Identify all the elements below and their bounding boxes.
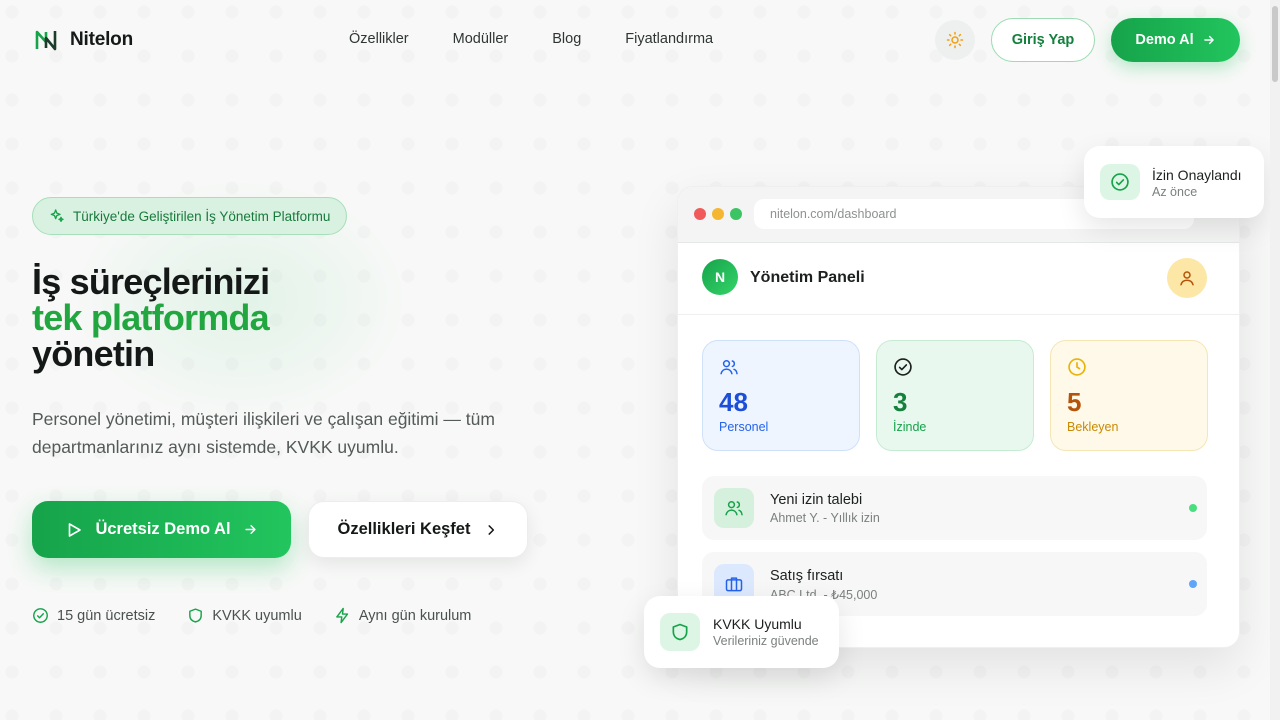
- check-circle-icon: [33, 608, 48, 623]
- hero-badge: Türkiye'de Geliştirilen İş Yönetim Platf…: [32, 197, 348, 235]
- kvkk-compliance-toast: KVKK Uyumlu Verileriniz güvende: [644, 596, 839, 668]
- stat-izinde-value: 3: [893, 387, 908, 417]
- stat-card-personel[interactable]: 48 Personel: [702, 340, 860, 451]
- hero-title-line2: tek platformda: [32, 297, 270, 338]
- hero-title-line3: yönetin: [32, 333, 155, 374]
- dashboard-preview: nitelon.com/dashboard N Yönetim Paneli 4…: [677, 186, 1240, 648]
- stat-bekleyen-label: Bekleyen: [1067, 420, 1119, 434]
- leave-approved-toast: İzin Onaylandı Az önce: [1084, 146, 1264, 218]
- status-dot-blue: [1189, 580, 1197, 588]
- hero-title: İş süreçlerinizi tek platformda yönetin: [32, 261, 270, 374]
- brand-logo[interactable]: Nitelon: [34, 28, 133, 52]
- check-circle-icon: [1111, 173, 1129, 191]
- nitelon-logo-icon: [35, 30, 57, 51]
- activity-title: Satış fırsatı: [770, 568, 844, 584]
- toast-title: İzin Onaylandı: [1152, 167, 1242, 183]
- lightning-icon: [335, 607, 348, 624]
- explore-features-button[interactable]: Özellikleri Keşfet: [308, 501, 528, 558]
- nav-links: Özellikler Modüller Blog Fiyatlandırma: [349, 31, 713, 47]
- nav-link-ozellikler[interactable]: Özellikler: [349, 31, 409, 47]
- stat-personel-label: Personel: [719, 420, 769, 434]
- free-demo-label: Ücretsiz Demo Al: [95, 520, 231, 538]
- scrollbar-thumb[interactable]: [1272, 6, 1278, 82]
- panel-title: Yönetim Paneli: [750, 269, 865, 286]
- activity-row-leave-request[interactable]: Yeni izin talebi Ahmet Y. - Yıllık izin: [702, 476, 1207, 540]
- stat-card-izinde[interactable]: 3 İzinde: [876, 340, 1034, 451]
- users-icon: [725, 501, 743, 516]
- user-avatar[interactable]: [1167, 258, 1207, 298]
- arrow-right-icon: [244, 525, 256, 534]
- nav-link-blog[interactable]: Blog: [552, 31, 581, 47]
- stat-izinde-label: İzinde: [893, 420, 927, 434]
- clock-icon: [1068, 358, 1086, 376]
- stat-card-bekleyen[interactable]: 5 Bekleyen: [1050, 340, 1208, 451]
- toast-subtitle: Az önce: [1152, 185, 1198, 199]
- feature-free-trial: 15 gün ücretsiz: [32, 607, 155, 624]
- briefcase-icon: [725, 577, 743, 592]
- window-dot-yellow: [712, 208, 724, 220]
- toast-title: KVKK Uyumlu: [713, 616, 802, 632]
- window-dot-red: [694, 208, 706, 220]
- hero-features: 15 gün ücretsiz KVKK uyumlu Aynı gün kur…: [32, 607, 471, 624]
- hero-badge-text: Türkiye'de Geliştirilen İş Yönetim Platf…: [73, 208, 331, 224]
- free-demo-button[interactable]: Ücretsiz Demo Al: [32, 501, 291, 558]
- nav-link-fiyatlandirma[interactable]: Fiyatlandırma: [625, 31, 713, 47]
- sparkles-icon: [50, 209, 64, 222]
- shield-icon: [672, 623, 688, 641]
- panel-avatar: N: [702, 259, 738, 295]
- status-dot-green: [1189, 504, 1197, 512]
- brand-name: Nitelon: [70, 29, 133, 50]
- hero-title-line1: İş süreçlerinizi: [32, 261, 270, 302]
- play-icon: [69, 522, 82, 537]
- toast-icon-box: [660, 613, 700, 651]
- window-dot-green: [730, 208, 742, 220]
- top-navigation: Nitelon Özellikler Modüller Blog Fiyatla…: [0, 0, 1280, 80]
- nav-link-moduller[interactable]: Modüller: [453, 31, 509, 47]
- demo-button[interactable]: Demo Al: [1111, 18, 1240, 62]
- arrow-right-icon: [1203, 35, 1214, 45]
- panel-header: N Yönetim Paneli: [678, 243, 1239, 315]
- chevron-right-icon: [488, 524, 495, 535]
- activity-icon-box: [714, 488, 754, 528]
- feature-same-day-setup: Aynı gün kurulum: [334, 607, 472, 624]
- login-button[interactable]: Giriş Yap: [991, 18, 1095, 62]
- users-icon: [720, 360, 738, 375]
- check-circle-icon: [894, 358, 912, 376]
- explore-features-label: Özellikleri Keşfet: [337, 520, 471, 538]
- feature-kvkk-text: KVKK uyumlu: [212, 607, 302, 624]
- page-scrollbar[interactable]: [1270, 0, 1280, 720]
- activity-subtitle: Ahmet Y. - Yıllık izin: [770, 511, 880, 525]
- hero-description: Personel yönetimi, müşteri ilişkileri ve…: [32, 409, 495, 457]
- user-icon: [1180, 271, 1194, 286]
- stat-bekleyen-value: 5: [1067, 387, 1082, 417]
- toast-subtitle: Verileriniz güvende: [713, 634, 819, 648]
- activity-title: Yeni izin talebi: [770, 492, 863, 508]
- feature-kvkk: KVKK uyumlu: [187, 607, 302, 624]
- shield-icon: [189, 608, 203, 623]
- toast-icon-box: [1100, 164, 1140, 200]
- stat-personel-value: 48: [719, 387, 748, 417]
- feature-free-trial-text: 15 gün ücretsiz: [57, 607, 156, 624]
- demo-button-label: Demo Al: [1135, 32, 1194, 48]
- feature-same-day-setup-text: Aynı gün kurulum: [358, 607, 472, 624]
- sun-icon: [946, 31, 964, 49]
- theme-toggle-button[interactable]: [935, 20, 975, 60]
